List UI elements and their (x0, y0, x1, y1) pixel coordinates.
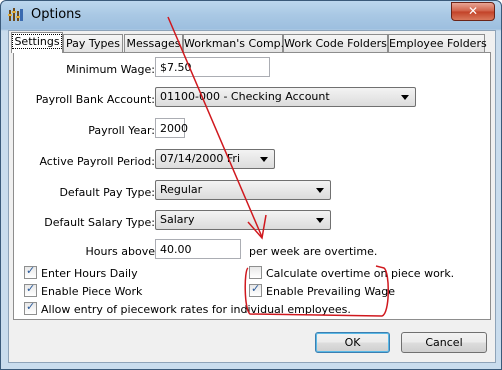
enable-prevailing-wage-checkbox[interactable]: ✓ Enable Prevailing Wage (249, 282, 395, 298)
active-payroll-period-label: Active Payroll Period: (39, 155, 155, 168)
enable-piece-work-label: Enable Piece Work (41, 285, 143, 298)
tab-messages-label: Messages (126, 37, 181, 50)
default-pay-type-value: Regular (160, 183, 203, 196)
checkmark-icon: ✓ (26, 264, 36, 277)
tab-pay-types[interactable]: Pay Types (63, 34, 123, 52)
minimum-wage-input[interactable]: $7.50 (155, 57, 270, 77)
default-salary-type-value: Salary (160, 213, 195, 226)
calculate-overtime-piece-work-checkbox[interactable]: Calculate overtime on piece work. (249, 266, 454, 280)
tab-work-code-folders[interactable]: Work Code Folders (283, 34, 388, 52)
tab-employee-folders-label: Employee Folders (389, 37, 487, 50)
enable-prevailing-wage-label: Enable Prevailing Wage (266, 285, 395, 298)
payroll-bank-account-select[interactable]: 01100-000 - Checking Account (155, 87, 416, 107)
cancel-button[interactable]: Cancel (401, 332, 487, 353)
enable-piece-work-checkbox[interactable]: ✓ Enable Piece Work (24, 282, 143, 298)
tab-workmans-comp[interactable]: Workman's Comp. (183, 34, 285, 52)
allow-piecework-rates-label: Allow entry of piecework rates for indiv… (41, 303, 351, 316)
hours-above-suffix: per week are overtime. (249, 245, 378, 258)
chevron-down-icon (316, 188, 324, 193)
tab-employee-folders[interactable]: Employee Folders (388, 34, 487, 52)
checkmark-icon: ✓ (251, 282, 261, 295)
options-app-icon (8, 8, 23, 21)
checkbox-box[interactable]: ✓ (24, 264, 37, 279)
checkbox-box[interactable]: ✓ (24, 282, 37, 297)
active-payroll-period-select[interactable]: 07/14/2000 Fri (155, 149, 275, 169)
tab-messages[interactable]: Messages (124, 34, 183, 52)
default-salary-type-select[interactable]: Salary (155, 210, 331, 230)
hours-above-label: Hours above (85, 245, 155, 258)
ok-button[interactable]: OK (315, 332, 390, 353)
enter-hours-daily-checkbox[interactable]: ✓ Enter Hours Daily (24, 264, 138, 280)
options-dialog: Options ✕ Settings Pay Types Messages Wo… (0, 0, 502, 370)
title-bar[interactable]: Options ✕ (1, 1, 501, 29)
chevron-down-icon (316, 218, 324, 223)
tab-workmans-comp-label: Workman's Comp. (184, 37, 285, 50)
payroll-bank-account-label: Payroll Bank Account: (35, 93, 155, 106)
checkmark-icon: ✓ (26, 282, 36, 295)
window-title: Options (31, 7, 82, 22)
chevron-down-icon (260, 157, 268, 162)
checkbox-box[interactable]: ✓ (249, 282, 262, 297)
calculate-overtime-piece-work-label: Calculate overtime on piece work. (266, 267, 455, 280)
settings-panel: Minimum Wage: $7.50 Payroll Bank Account… (13, 52, 491, 320)
allow-piecework-rates-checkbox[interactable]: ✓ Allow entry of piecework rates for indi… (24, 300, 351, 316)
tab-pay-types-label: Pay Types (66, 37, 120, 50)
checkmark-icon: ✓ (26, 300, 36, 313)
payroll-year-input[interactable]: 2000 (155, 118, 188, 138)
active-payroll-period-value: 07/14/2000 Fri (160, 152, 241, 165)
close-button[interactable]: ✕ (451, 2, 495, 21)
enter-hours-daily-label: Enter Hours Daily (41, 267, 138, 280)
hours-above-input[interactable]: 40.00 (155, 239, 241, 259)
tab-settings[interactable]: Settings (11, 32, 63, 53)
checkbox-box[interactable]: ✓ (24, 300, 37, 315)
tab-work-code-folders-label: Work Code Folders (284, 37, 387, 50)
minimum-wage-label: Minimum Wage: (66, 63, 155, 76)
tab-settings-label: Settings (12, 34, 62, 49)
checkbox-box[interactable] (249, 266, 262, 279)
close-icon: ✕ (467, 4, 479, 18)
default-salary-type-label: Default Salary Type: (44, 216, 155, 229)
chevron-down-icon (401, 95, 409, 100)
payroll-bank-account-value: 01100-000 - Checking Account (160, 90, 330, 103)
dialog-client-area: Settings Pay Types Messages Workman's Co… (8, 30, 496, 363)
default-pay-type-label: Default Pay Type: (59, 186, 155, 199)
payroll-year-label: Payroll Year: (88, 124, 155, 137)
default-pay-type-select[interactable]: Regular (155, 180, 331, 200)
